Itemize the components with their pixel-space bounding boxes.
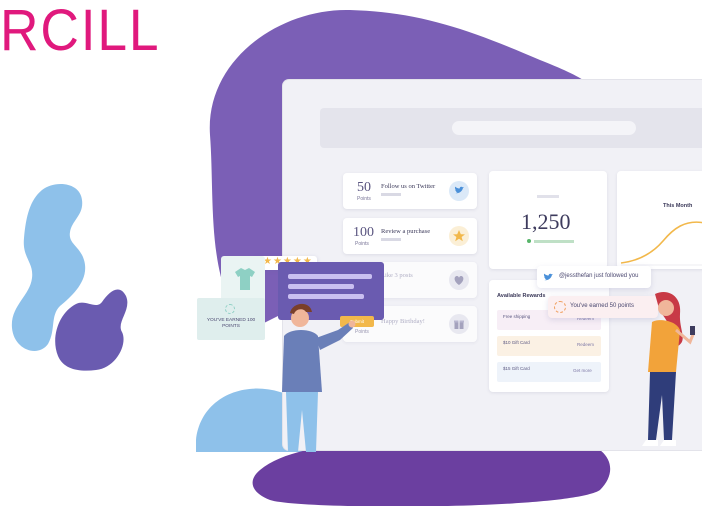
action-title: Review a purchase bbox=[381, 228, 431, 235]
purple-leaf-shape bbox=[55, 289, 128, 371]
action-title: Happy Birthday! bbox=[381, 318, 425, 325]
chart-line bbox=[620, 221, 702, 264]
reward-name: $15 Gift Card bbox=[503, 366, 530, 371]
earned-points-card: YOU'VE EARNED 100 POINTS bbox=[197, 298, 265, 340]
action-subtitle-line bbox=[381, 238, 401, 241]
gift-icon bbox=[449, 314, 469, 334]
redeem-button[interactable]: Redeem bbox=[577, 342, 594, 347]
reward-name: Free shipping bbox=[503, 314, 531, 319]
action-card-review[interactable]: 100 Points Review a purchase bbox=[343, 218, 477, 254]
follow-notification-text: @jessthefan just followed you bbox=[559, 273, 639, 279]
action-subtitle-line bbox=[381, 193, 401, 196]
points-balance-card: 1,250 bbox=[489, 171, 607, 269]
points-label: Points bbox=[355, 241, 369, 247]
chart-title: This Month bbox=[663, 203, 693, 209]
line-chart bbox=[620, 221, 702, 266]
get-more-button[interactable]: Get more bbox=[573, 368, 592, 373]
follow-notification: @jessthefan just followed you bbox=[537, 266, 651, 288]
trend-up-icon bbox=[527, 239, 531, 243]
tshirt-icon bbox=[235, 268, 255, 290]
reward-name: $10 Gift Card bbox=[503, 340, 530, 345]
review-form[interactable] bbox=[278, 262, 384, 320]
tshirt-product-card bbox=[221, 256, 265, 304]
twitter-icon bbox=[543, 271, 555, 283]
rewards-title: Available Rewards bbox=[497, 293, 546, 299]
balance-caption-line bbox=[537, 195, 559, 198]
monthly-chart-card: This Month bbox=[617, 171, 702, 269]
search-bar[interactable] bbox=[452, 121, 636, 135]
points-value: 100 bbox=[353, 225, 374, 240]
action-title: Like 3 posts bbox=[381, 272, 413, 279]
review-text-line bbox=[288, 294, 364, 299]
review-text-line bbox=[288, 284, 354, 289]
trend-caption-line bbox=[534, 240, 574, 243]
points-earned-notification: You've earned 50 points bbox=[548, 296, 658, 318]
twitter-icon bbox=[449, 181, 469, 201]
sparkle-icon bbox=[225, 304, 235, 314]
earned-points-text: YOU'VE EARNED 100 POINTS bbox=[206, 318, 256, 330]
reward-row[interactable]: $15 Gift Card Get more bbox=[497, 362, 601, 382]
review-text-line bbox=[288, 274, 372, 279]
reward-row[interactable]: $10 Gift Card Redeem bbox=[497, 336, 601, 356]
heart-icon bbox=[449, 270, 469, 290]
sparkle-icon bbox=[554, 301, 566, 313]
points-balance: 1,250 bbox=[521, 209, 571, 234]
submit-button[interactable]: Submit bbox=[340, 316, 374, 327]
action-card-twitter[interactable]: 50 Points Follow us on Twitter bbox=[343, 173, 477, 209]
points-earned-text: You've earned 50 points bbox=[570, 303, 634, 309]
points-label: Points bbox=[357, 196, 371, 202]
points-label: Points bbox=[355, 329, 369, 335]
action-title: Follow us on Twitter bbox=[381, 183, 436, 190]
star-icon bbox=[449, 226, 469, 246]
points-value: 50 bbox=[357, 180, 371, 195]
